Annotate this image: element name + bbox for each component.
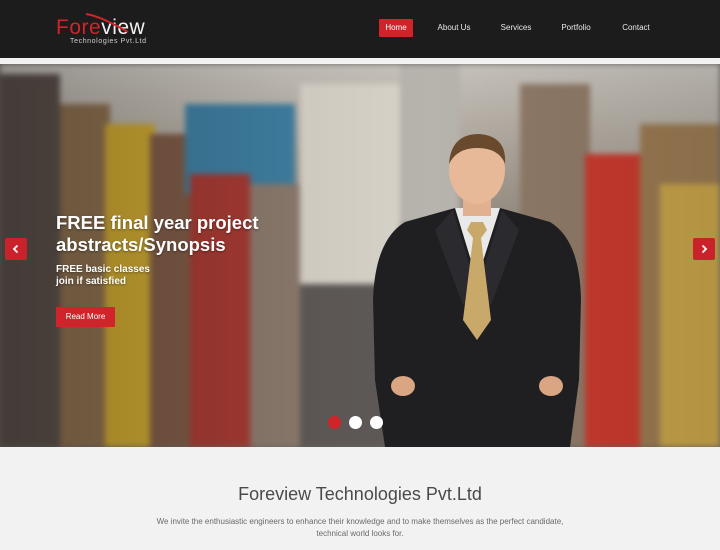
hero-subtitle-line-2: join if satisfied — [56, 276, 127, 287]
slider-dot-3[interactable] — [370, 416, 383, 429]
slider-prev-button[interactable] — [5, 238, 27, 260]
chevron-right-icon — [701, 244, 708, 254]
intro-text-line-1: We invite the enthusiastic engineers to … — [156, 517, 564, 526]
chevron-left-icon — [12, 244, 19, 254]
intro-text: We invite the enthusiastic engineers to … — [110, 516, 610, 540]
nav-home[interactable]: Home — [379, 19, 413, 37]
nav-services[interactable]: Services — [496, 19, 536, 37]
hero-subtitle: FREE basic classes join if satisfied — [56, 264, 256, 288]
slider-dot-2[interactable] — [349, 416, 362, 429]
hero-person-image — [373, 134, 581, 447]
slider-dot-1[interactable] — [328, 416, 341, 429]
intro-title: Foreview Technologies Pvt.Ltd — [238, 484, 482, 504]
site-header: Foreview Technologies Pvt.Ltd Home About… — [0, 0, 720, 58]
hero-slider: FREE final year project abstracts/Synops… — [0, 64, 720, 447]
hero-title-line-2: abstracts/Synopsis — [56, 234, 226, 255]
nav-portfolio[interactable]: Portfolio — [556, 19, 596, 37]
hero-title-line-1: FREE final year project — [56, 212, 259, 233]
nav-about-us[interactable]: About Us — [432, 19, 476, 37]
main-nav: Home About Us Services Portfolio Contact — [0, 19, 720, 37]
logo-tagline: Technologies Pvt.Ltd — [70, 38, 147, 45]
hero-title: FREE final year project abstracts/Synops… — [56, 212, 356, 256]
slider-pagination — [328, 416, 388, 430]
slider-next-button[interactable] — [693, 238, 715, 260]
nav-contact[interactable]: Contact — [616, 19, 656, 37]
intro-text-line-2: technical world looks for. — [316, 529, 404, 538]
read-more-button[interactable]: Read More — [56, 307, 115, 327]
hero-subtitle-line-1: FREE basic classes — [56, 264, 150, 275]
